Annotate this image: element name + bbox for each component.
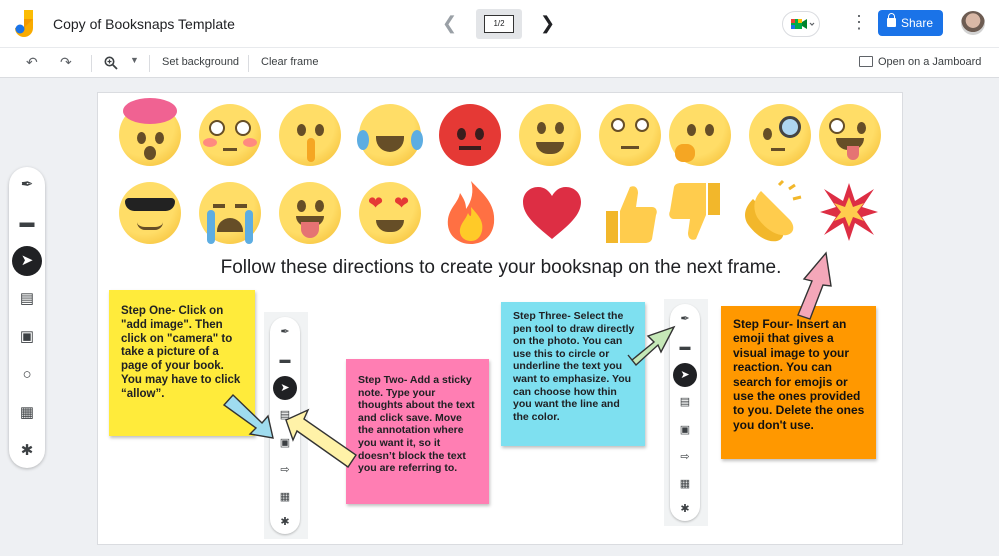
chevron-right-icon[interactable]: ❯ bbox=[540, 13, 555, 34]
toolbar: ↶ ↷ ▼ Set background Clear frame Open on… bbox=[0, 47, 999, 78]
arrow-overlay bbox=[222, 251, 832, 468]
toolbar-divider bbox=[149, 55, 150, 72]
redo-icon[interactable]: ↷ bbox=[60, 54, 72, 71]
clear-frame-button[interactable]: Clear frame bbox=[261, 56, 318, 68]
chevron-left-icon[interactable]: ❮ bbox=[442, 13, 457, 34]
toolbar-divider bbox=[248, 55, 249, 72]
undo-icon[interactable]: ↶ bbox=[26, 54, 38, 71]
frame-indicator: 1/2 bbox=[484, 15, 514, 33]
jam-frame-canvas[interactable]: ❤ ❤ Follow these directions to create yo… bbox=[97, 92, 903, 545]
sticky-note-icon[interactable]: ▤ bbox=[12, 284, 42, 314]
meet-icon bbox=[791, 19, 815, 29]
set-background-button[interactable]: Set background bbox=[162, 56, 239, 68]
image-icon[interactable]: ▣ bbox=[12, 322, 42, 352]
dropdown-icon[interactable]: ▼ bbox=[130, 55, 139, 65]
jamboard-logo-icon[interactable] bbox=[15, 10, 37, 38]
share-button[interactable]: Share bbox=[878, 10, 943, 36]
tool-rail: ✒ ▬ ➤ ▤ ▣ ○ ▦ ✱ bbox=[9, 167, 45, 468]
cast-icon[interactable] bbox=[859, 56, 873, 67]
more-vert-icon[interactable]: ⋮ bbox=[850, 12, 868, 33]
open-on-jamboard-button[interactable]: Open on a Jamboard bbox=[878, 56, 981, 68]
circle-icon[interactable]: ○ bbox=[12, 360, 42, 390]
pink-arrow[interactable] bbox=[797, 251, 832, 320]
toolbar-divider bbox=[91, 55, 92, 72]
lock-icon bbox=[887, 13, 896, 27]
meet-button[interactable] bbox=[782, 11, 820, 37]
laser-icon[interactable]: ✱ bbox=[12, 436, 42, 466]
select-icon[interactable]: ➤ bbox=[12, 246, 42, 276]
share-label: Share bbox=[901, 16, 934, 30]
pen-icon[interactable]: ✒ bbox=[12, 170, 42, 200]
yellow-arrow[interactable] bbox=[285, 408, 357, 468]
app-header: Copy of Booksnaps Template ❮ 1/2 ❯ ⋮ Sha… bbox=[0, 0, 999, 47]
document-title[interactable]: Copy of Booksnaps Template bbox=[53, 16, 235, 32]
green-arrow[interactable] bbox=[627, 325, 676, 367]
blue-arrow[interactable] bbox=[222, 393, 274, 439]
frame-bar-button[interactable]: 1/2 bbox=[476, 9, 522, 39]
text-box-icon[interactable]: ▦ bbox=[12, 398, 42, 428]
eraser-icon[interactable]: ▬ bbox=[12, 208, 42, 238]
avatar[interactable] bbox=[961, 11, 985, 35]
zoom-icon[interactable] bbox=[104, 56, 118, 70]
